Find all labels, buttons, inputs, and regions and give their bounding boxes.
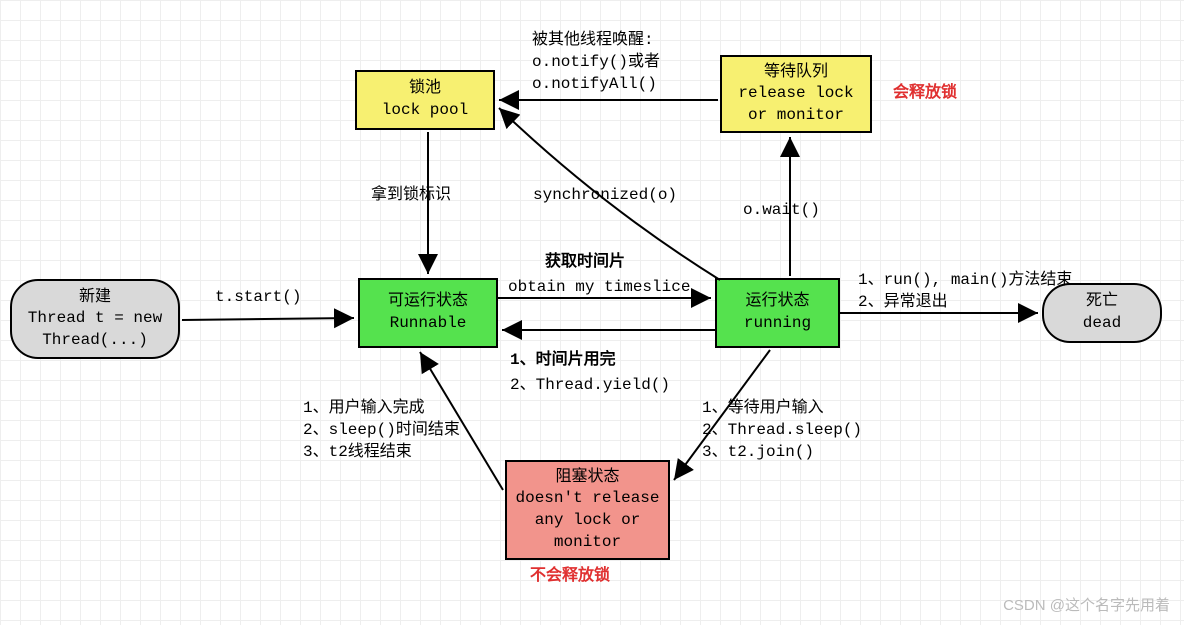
state-lockpool-sub: lock pool bbox=[382, 100, 468, 122]
state-blocked: 阻塞状态 doesn't release any lock or monitor bbox=[505, 460, 670, 560]
state-lockpool: 锁池 lock pool bbox=[355, 70, 495, 130]
state-dead-title: 死亡 bbox=[1086, 291, 1118, 313]
state-lockpool-title: 锁池 bbox=[409, 78, 441, 100]
edge-got-lock-flag: 拿到锁标识 bbox=[371, 185, 451, 207]
state-runnable: 可运行状态 Runnable bbox=[358, 278, 498, 348]
state-blocked-sub2: any lock or bbox=[535, 510, 641, 532]
edge-wakeup-l2: o.notifyAll() bbox=[532, 74, 657, 96]
state-dead-sub: dead bbox=[1083, 313, 1121, 335]
edge-synchronized-call: synchronized(o) bbox=[533, 185, 677, 207]
state-new: 新建 Thread t = new Thread(...) bbox=[10, 279, 180, 359]
edge-slice-used-1: 1、时间片用完 bbox=[510, 350, 616, 372]
edge-from-blocked-3: 3、t2线程结束 bbox=[303, 442, 412, 464]
state-blocked-title: 阻塞状态 bbox=[555, 467, 619, 489]
edge-wakeup-header: 被其他线程唤醒: bbox=[532, 30, 654, 52]
state-runnable-sub: Runnable bbox=[390, 313, 467, 335]
state-blocked-sub3: monitor bbox=[554, 532, 621, 554]
edge-start-call: t.start() bbox=[215, 287, 301, 309]
edge-obtain-ts-en: obtain my timeslice bbox=[508, 277, 690, 299]
state-new-sub1: Thread t = new bbox=[28, 308, 162, 330]
edge-to-blocked-3: 3、t2.join() bbox=[702, 442, 814, 464]
state-running-title: 运行状态 bbox=[745, 291, 809, 313]
state-new-title: 新建 bbox=[79, 287, 111, 309]
state-dead: 死亡 dead bbox=[1042, 283, 1162, 343]
watermark: CSDN @这个名字先用着 bbox=[1003, 594, 1170, 615]
state-new-sub2: Thread(...) bbox=[42, 330, 148, 352]
edge-to-dead-1: 1、run(), main()方法结束 bbox=[858, 270, 1072, 292]
edge-from-blocked-2: 2、sleep()时间结束 bbox=[303, 420, 460, 442]
edge-obtain-ts-cn: 获取时间片 bbox=[545, 252, 625, 274]
state-running-sub: running bbox=[744, 313, 811, 335]
edge-to-blocked-1: 1、等待用户输入 bbox=[702, 398, 824, 420]
state-waitq-sub2: or monitor bbox=[748, 105, 844, 127]
state-running: 运行状态 running bbox=[715, 278, 840, 348]
edge-wakeup-l1: o.notify()或者 bbox=[532, 52, 660, 74]
edge-owait-call: o.wait() bbox=[743, 200, 820, 222]
state-runnable-title: 可运行状态 bbox=[388, 291, 468, 313]
state-waitq-sub1: release lock bbox=[738, 83, 853, 105]
state-blocked-sub1: doesn't release bbox=[515, 488, 659, 510]
edge-slice-used-2: 2、Thread.yield() bbox=[510, 375, 670, 397]
state-waitq-title: 等待队列 bbox=[764, 62, 828, 84]
state-waitq: 等待队列 release lock or monitor bbox=[720, 55, 872, 133]
edge-to-blocked-2: 2、Thread.sleep() bbox=[702, 420, 862, 442]
edge-from-blocked-1: 1、用户输入完成 bbox=[303, 398, 425, 420]
note-wont-release: 不会释放锁 bbox=[530, 566, 610, 588]
note-will-release: 会释放锁 bbox=[893, 83, 957, 105]
edge-to-dead-2: 2、异常退出 bbox=[858, 292, 948, 314]
